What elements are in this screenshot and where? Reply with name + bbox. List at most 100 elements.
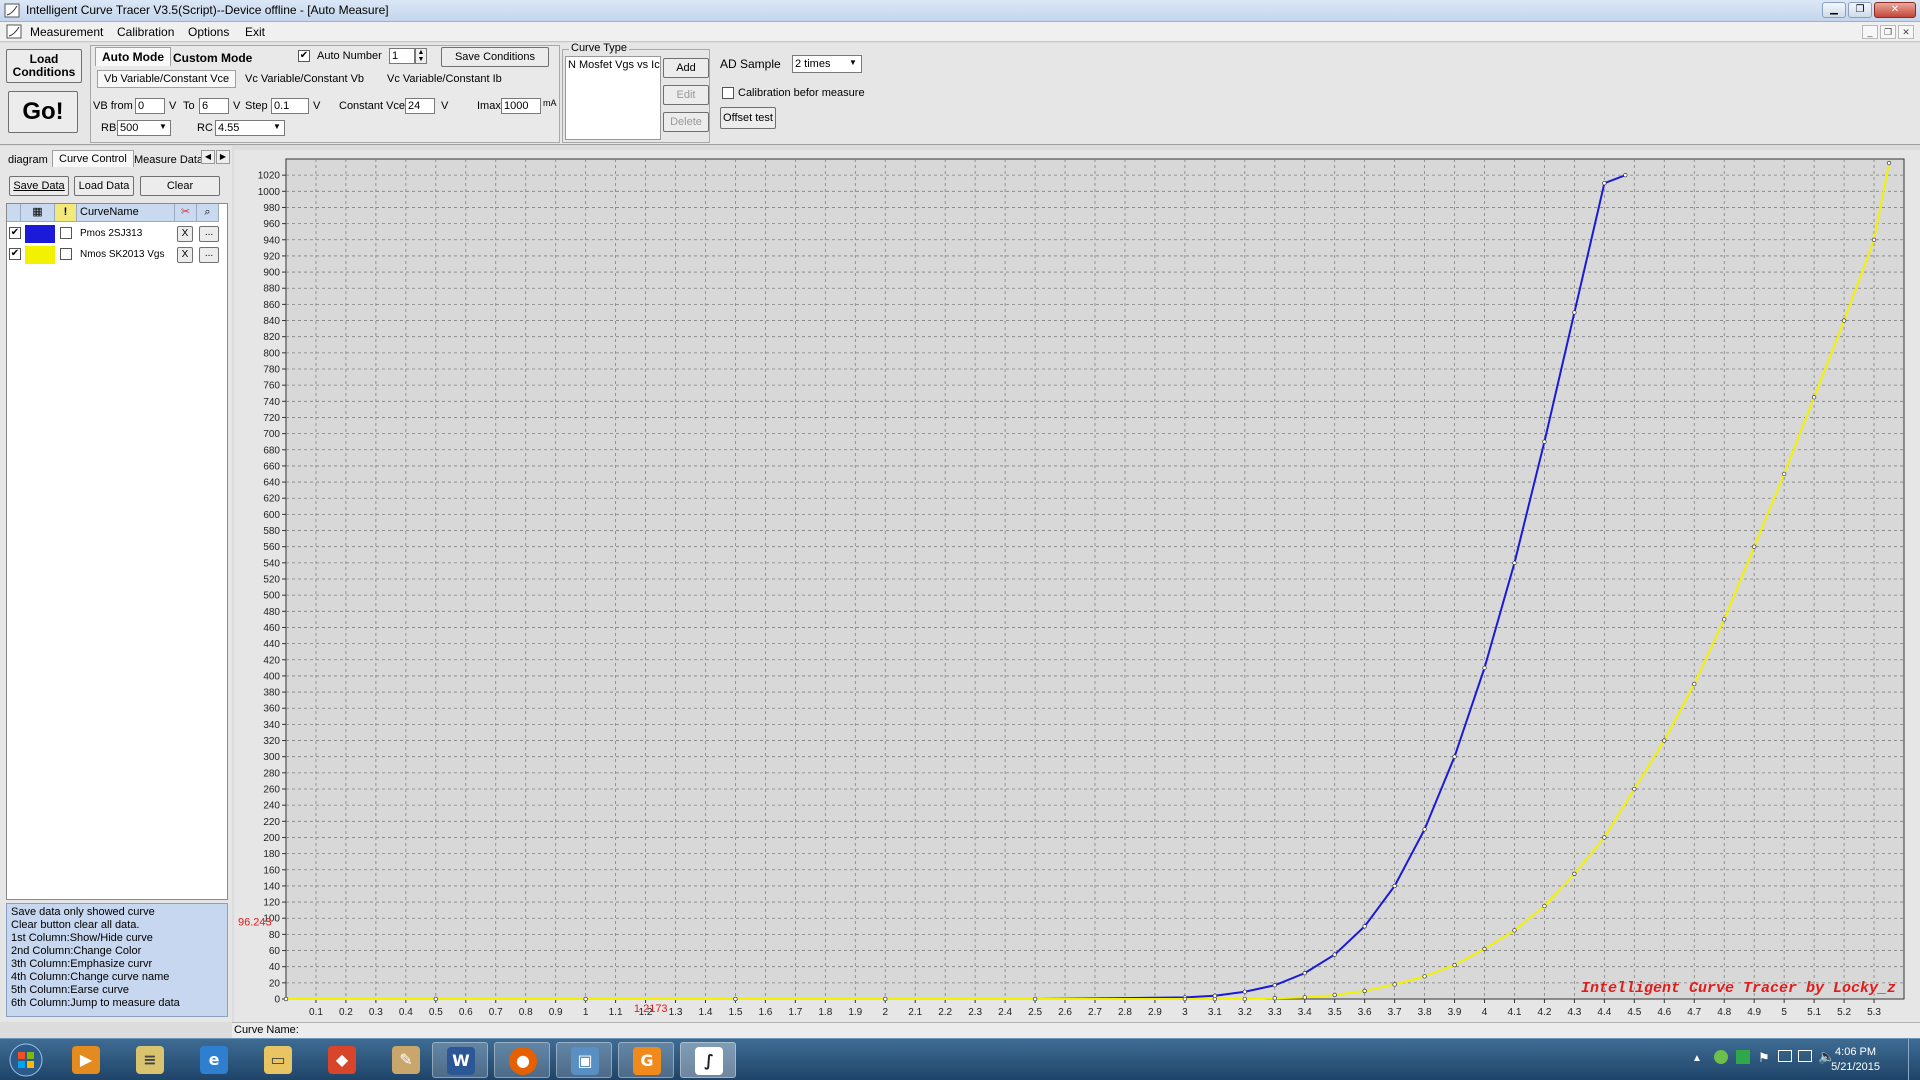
jump-to-data-button[interactable]: ... [199, 247, 219, 263]
tray-display-icon[interactable] [1778, 1050, 1792, 1062]
x-tick-label: 1.1 [609, 1007, 623, 1018]
curve-color-swatch[interactable] [25, 246, 55, 264]
start-button[interactable] [4, 1040, 48, 1080]
curve-row[interactable]: ✔ Pmos 2SJ313 X ... [7, 225, 227, 245]
tab-scroll-left-icon[interactable]: ◀ [201, 150, 215, 164]
tab-vb-variable[interactable]: Vb Variable/Constant Vce [97, 70, 237, 88]
taskbar-notepad[interactable]: ≡ [122, 1042, 178, 1078]
curve-color-swatch[interactable] [25, 225, 55, 243]
rb-label: RB [101, 122, 117, 134]
y-tick-label: 480 [263, 607, 280, 618]
tray-network-icon[interactable] [1714, 1050, 1728, 1064]
close-button[interactable]: ✕ [1874, 2, 1916, 18]
menu-exit[interactable]: Exit [245, 25, 265, 39]
restore-button[interactable]: ❐ [1848, 2, 1872, 18]
taskbar-pdf[interactable]: G [618, 1042, 674, 1078]
y-tick-label: 120 [263, 898, 280, 909]
tab-measure-data[interactable]: Measure Data [128, 152, 209, 168]
curve-name[interactable]: Nmos SK2013 Vgs [80, 249, 165, 260]
tab-auto-mode[interactable]: Auto Mode [95, 47, 171, 66]
save-conditions-button[interactable]: Save Conditions [441, 47, 549, 67]
series-point [1302, 971, 1307, 976]
curve-type-item[interactable]: N Mosfet Vgs vs Ic [566, 57, 660, 73]
edit-button[interactable]: Edit [663, 85, 709, 105]
tab-vc-variable-vb[interactable]: Vc Variable/Constant Vb [239, 71, 370, 87]
tab-curve-control[interactable]: Curve Control [52, 150, 134, 167]
load-data-button[interactable]: Load Data [74, 176, 134, 196]
y-tick-label: 980 [263, 203, 280, 214]
constant-vce-input[interactable]: 24 [405, 98, 435, 114]
menu-measurement[interactable]: Measurement [30, 25, 103, 39]
menu-options[interactable]: Options [188, 25, 229, 39]
emphasize-checkbox[interactable] [60, 248, 72, 260]
tab-scroll-right-icon[interactable]: ▶ [216, 150, 230, 164]
curve-row[interactable]: ✔ Nmos SK2013 Vgs X ... [7, 246, 227, 266]
tab-vc-variable-ib[interactable]: Vc Variable/Constant Ib [381, 71, 508, 87]
show-curve-checkbox[interactable]: ✔ [9, 227, 21, 239]
curve-name[interactable]: Pmos 2SJ313 [80, 228, 142, 239]
step-input[interactable]: 0.1 [271, 98, 309, 114]
offset-test-button[interactable]: Offset test [720, 107, 776, 129]
y-tick-label: 1020 [258, 171, 281, 182]
go-button[interactable]: Go! [8, 91, 78, 133]
y-tick-label: 680 [263, 445, 280, 456]
curvename-header[interactable]: CurveName [77, 204, 175, 222]
taskbar-clock[interactable]: 4:06 PM 5/21/2015 [1831, 1045, 1880, 1075]
erase-curve-button[interactable]: X [177, 226, 193, 242]
emphasize-checkbox[interactable] [60, 227, 72, 239]
taskbar-media-player[interactable]: ▶ [58, 1042, 114, 1078]
mdi-close-button[interactable]: ✕ [1898, 25, 1914, 39]
calibration-checkbox[interactable] [722, 87, 734, 99]
load-conditions-button[interactable]: Load Conditions [6, 49, 82, 83]
mdi-restore-button[interactable]: ❐ [1880, 25, 1896, 39]
jump-to-data-button[interactable]: ... [199, 226, 219, 242]
taskbar-remote[interactable]: ▣ [556, 1042, 612, 1078]
save-data-button[interactable]: Save Data [9, 176, 69, 196]
tray-expand-icon[interactable]: ▲ [1692, 1053, 1702, 1064]
add-button[interactable]: Add [663, 58, 709, 78]
mdi-doc-icon[interactable] [6, 24, 22, 39]
rb-dropdown-icon[interactable]: ▼ [159, 122, 167, 131]
tab-diagram[interactable]: diagram [2, 152, 54, 168]
auto-number-input[interactable]: 1 [389, 48, 415, 64]
auto-number-spinner[interactable]: ▲ ▼ [415, 48, 427, 64]
series-point [733, 996, 738, 1002]
taskbar-curve-tracer[interactable]: ∫ [680, 1042, 736, 1078]
curve-type-list[interactable]: N Mosfet Vgs vs Ic [565, 56, 661, 140]
step-unit: V [313, 100, 321, 112]
taskbar-paint[interactable]: ✎ [378, 1042, 434, 1078]
app-icon[interactable] [4, 3, 20, 18]
delete-button[interactable]: Delete [663, 112, 709, 132]
taskbar-word[interactable]: W [432, 1042, 488, 1078]
tray-flag-icon[interactable]: ⚑ [1758, 1050, 1770, 1066]
minimize-button[interactable]: ▁ [1822, 2, 1846, 18]
tray-monitor-icon[interactable] [1798, 1050, 1812, 1062]
tab-custom-mode[interactable]: Custom Mode [167, 49, 258, 67]
taskbar-app-red[interactable]: ◆ [314, 1042, 370, 1078]
chart-area[interactable]: 0 20 40 60 80 100 120 140 160 180 200 220 240 260 280 3… [234, 150, 1920, 1022]
imax-input[interactable]: 1000 [501, 98, 541, 114]
curve-chart[interactable]: 0204060801001201401601802002202402602803… [234, 150, 1920, 1022]
to-input[interactable]: 6 [199, 98, 229, 114]
ad-sample-dropdown-icon[interactable]: ▼ [849, 58, 857, 67]
clear-button[interactable]: Clear [140, 176, 220, 196]
y-tick-label: 160 [263, 865, 280, 876]
vb-from-input[interactable]: 0 [135, 98, 165, 114]
erase-curve-button[interactable]: X [177, 247, 193, 263]
y-tick-label: 60 [269, 946, 281, 957]
x-tick-label: 2.7 [1088, 1007, 1102, 1018]
auto-number-checkbox[interactable]: ✔ [298, 50, 310, 62]
tray-security-icon[interactable] [1736, 1050, 1750, 1064]
mdi-minimize-button[interactable]: _ [1862, 25, 1878, 39]
rc-dropdown-icon[interactable]: ▼ [273, 122, 281, 131]
show-desktop-button[interactable] [1908, 1039, 1920, 1080]
taskbar-ie[interactable]: e [186, 1042, 242, 1078]
taskbar-firefox[interactable]: ● [494, 1042, 550, 1078]
taskbar-explorer[interactable]: ▭ [250, 1042, 306, 1078]
show-curve-checkbox[interactable]: ✔ [9, 248, 21, 260]
menu-calibration[interactable]: Calibration [117, 25, 174, 39]
help-line: Save data only showed curve [11, 906, 155, 918]
constant-vce-unit: V [441, 100, 449, 112]
y-tick-label: 760 [263, 381, 280, 392]
y-tick-label: 600 [263, 510, 280, 521]
